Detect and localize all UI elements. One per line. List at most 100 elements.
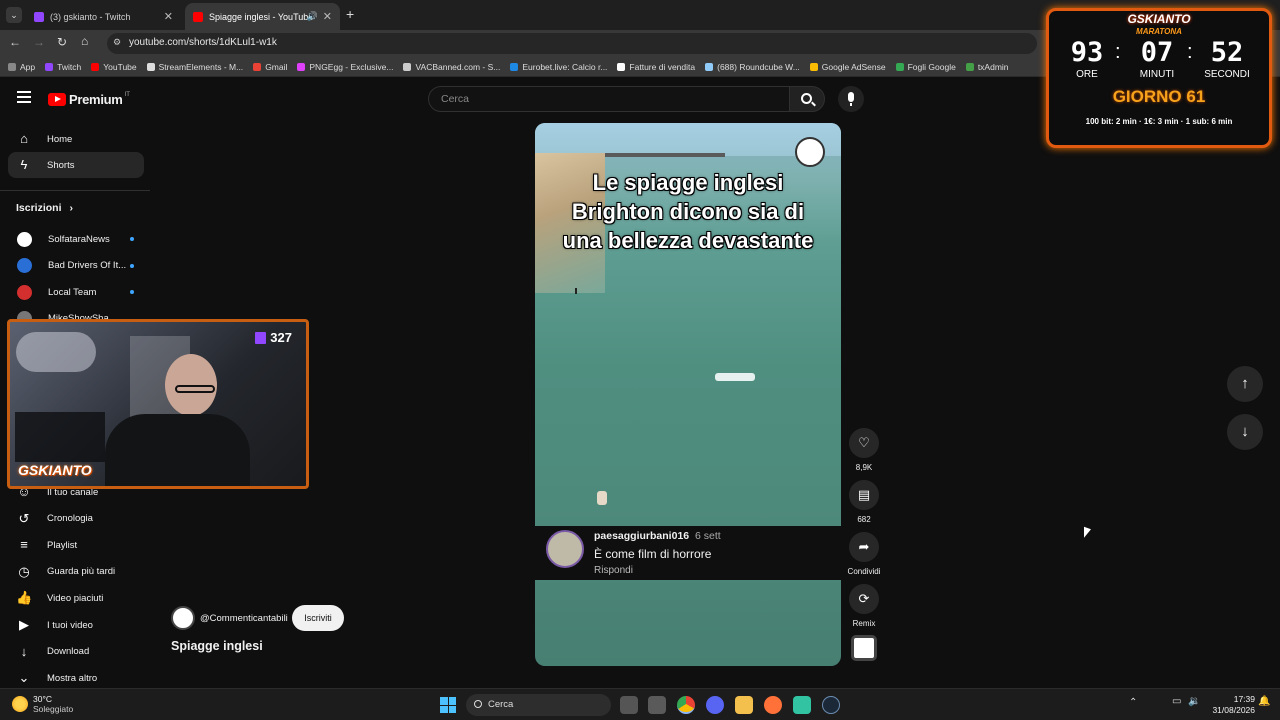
tab-list-button[interactable]: ⌄ [6, 7, 22, 23]
comment-text: È come film di horrore [594, 547, 712, 561]
remix-button[interactable]: ⟳ [849, 584, 879, 614]
home-button-icon[interactable]: ⌂ [81, 34, 88, 48]
arrow-down-icon: ↓ [1241, 423, 1249, 440]
video-icon: ▶ [19, 617, 29, 632]
close-tab-icon[interactable]: ✕ [323, 10, 332, 23]
comment-user[interactable]: paesaggiurbani016 [594, 530, 689, 542]
overlay-subtitle: MARATONA [1136, 27, 1182, 36]
audio-source-thumbnail[interactable] [851, 635, 877, 661]
firefox-icon[interactable] [764, 696, 782, 714]
bookmark-item[interactable]: (688) Roundcube W... [705, 62, 800, 72]
bookmark-item[interactable]: YouTube [91, 62, 137, 72]
comments-button[interactable]: ▤ [849, 480, 879, 510]
bookmark-item[interactable]: App [8, 62, 35, 72]
new-tab-button[interactable]: + [346, 6, 354, 22]
tray-chevron-icon[interactable]: ⌃ [1129, 697, 1137, 708]
close-tab-icon[interactable]: ✕ [164, 10, 173, 23]
subscriptions-header[interactable]: Iscrizioni › [16, 202, 73, 214]
new-content-dot [130, 237, 134, 241]
start-button[interactable] [440, 697, 456, 713]
commenter-avatar[interactable] [546, 530, 584, 568]
url-field[interactable]: youtube.com/shorts/1dKLul1-w1k [107, 33, 1037, 54]
search-input[interactable]: Cerca [428, 86, 790, 112]
mic-icon [848, 92, 854, 102]
sidebar-item-watch-later[interactable]: ◷ Guarda più tardi [8, 559, 144, 585]
reload-icon[interactable]: ↻ [57, 35, 67, 49]
tab-twitch[interactable]: (3) gskianto - Twitch ✕ [26, 3, 181, 30]
bookmark-favicon-icon [809, 62, 818, 71]
short-title: Spiagge inglesi [171, 639, 263, 653]
bookmark-item[interactable]: Gmail [253, 62, 287, 72]
weather-widget[interactable]: 30°C Soleggiato [12, 694, 73, 714]
taskbar-search[interactable]: Cerca [466, 694, 611, 716]
sidebar-item-video[interactable]: ▶ I tuoi video [8, 612, 144, 638]
channel-watermark-icon [795, 137, 825, 167]
hours-label: ORE [1076, 69, 1098, 80]
notification-bell-icon[interactable]: 🔔 [1258, 696, 1270, 707]
home-icon: ⌂ [20, 131, 28, 146]
youtube-favicon-icon [193, 11, 203, 22]
bookmark-favicon-icon [91, 62, 100, 71]
subscription-item[interactable]: SolfataraNews [8, 226, 144, 252]
stream-timer-overlay: GSKIANTO MARATONA 93 : 07 : 52 ORE MINUT… [1046, 8, 1272, 148]
channel-name[interactable]: @Commenticantabili [200, 613, 288, 624]
network-icon[interactable]: ▭ [1172, 696, 1181, 707]
watch-later-icon: ◷ [18, 563, 30, 579]
sidebar-item-like[interactable]: 👍 Video piaciuti [8, 585, 144, 611]
clock[interactable]: 17:39 31/08/2026 [1205, 694, 1255, 716]
video-caption: Le spiagge inglesi Brighton dicono sia d… [562, 170, 814, 253]
tab-youtube[interactable]: Spiagge inglesi - YouTube 🔊 ✕ [185, 3, 340, 30]
sidebar-item-home[interactable]: ⌂ Home [8, 126, 144, 152]
comment-card[interactable]: paesaggiurbani016 6 sett È come film di … [535, 526, 841, 580]
steam-icon[interactable] [822, 696, 840, 714]
sidebar-item-playlist[interactable]: ≡ Playlist [8, 532, 144, 558]
bookmark-favicon-icon [965, 62, 974, 71]
comment-date: 6 sett [695, 530, 721, 542]
previous-short-button[interactable]: ↑ [1227, 366, 1263, 402]
history-icon: ↺ [18, 510, 30, 526]
comment-icon: ▤ [857, 487, 871, 502]
channel-avatar[interactable] [171, 606, 195, 630]
bookmark-item[interactable]: Twitch [45, 62, 81, 72]
bookmark-item[interactable]: PNGEgg - Exclusive... [297, 62, 393, 72]
subscribe-button[interactable]: Iscriviti [292, 605, 344, 631]
subscription-item[interactable]: Local Team [8, 279, 144, 305]
sidebar-item-shorts[interactable]: ϟ Shorts [8, 152, 144, 178]
audio-playing-icon[interactable]: 🔊 [307, 11, 318, 22]
bookmark-item[interactable]: Google AdSense [809, 62, 886, 72]
bookmark-item[interactable]: txAdmin [965, 62, 1009, 72]
bookmark-item[interactable]: Fatture di vendita [617, 62, 695, 72]
bookmark-item[interactable]: VACBanned.com - S... [403, 62, 500, 72]
task-view-icon[interactable] [620, 696, 638, 714]
bookmark-item[interactable]: Eurobet.live: Calcio r... [510, 62, 607, 72]
bookmark-favicon-icon [617, 62, 626, 71]
sidebar-item-history[interactable]: ↺ Cronologia [8, 506, 144, 532]
hours-value: 93 [1070, 37, 1104, 68]
minutes-label: MINUTI [1139, 69, 1175, 80]
next-short-button[interactable]: ↓ [1227, 414, 1263, 450]
new-content-dot [130, 263, 134, 268]
chrome-icon[interactable] [677, 696, 695, 714]
back-icon[interactable]: ← [9, 35, 21, 49]
subscription-item[interactable]: Bad Drivers Of It... [8, 253, 144, 279]
bookmark-item[interactable]: Fogli Google [895, 62, 956, 72]
bookmark-favicon-icon [297, 62, 306, 71]
discord-icon[interactable] [706, 696, 724, 714]
shorts-icon: ϟ [20, 157, 28, 172]
share-button[interactable]: ➦ [849, 532, 879, 562]
streamlabs-icon[interactable] [793, 696, 811, 714]
reply-button[interactable]: Rispondi [594, 565, 633, 576]
windows-taskbar: 30°C Soleggiato Cerca ⌃ ▭ 🔉 17:39 31/08/… [0, 688, 1280, 720]
search-button[interactable] [789, 86, 825, 112]
like-button[interactable]: ♡ [849, 428, 879, 458]
file-explorer-icon[interactable] [735, 696, 753, 714]
voice-search-button[interactable] [838, 86, 864, 112]
volume-icon[interactable]: 🔉 [1188, 696, 1200, 707]
sidebar-item-download[interactable]: ↓ Download [8, 639, 144, 665]
bookmark-item[interactable]: StreamElements - M... [146, 62, 243, 72]
forward-icon[interactable]: → [33, 35, 45, 49]
site-info-icon[interactable]: ⚙ [113, 37, 121, 48]
twitch-icon [255, 331, 267, 344]
viewer-count: 327 [255, 330, 292, 345]
store-icon[interactable] [648, 696, 666, 714]
